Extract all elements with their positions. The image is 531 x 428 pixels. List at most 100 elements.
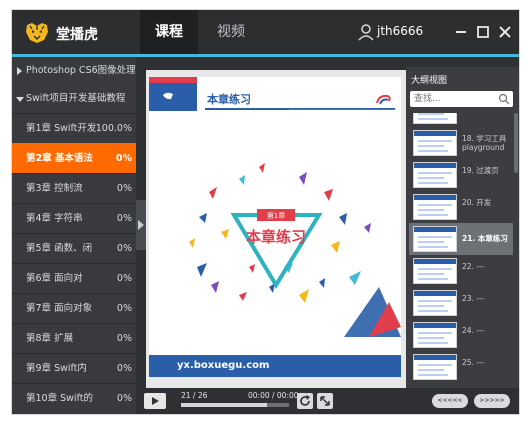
outline-item-active[interactable]: 21. 本章练习 <box>409 223 513 255</box>
chapter-item-2[interactable]: 第2章 基本语法 0% <box>12 143 136 173</box>
chapter-item-9[interactable]: 第9章 Swift内 0% <box>12 353 136 383</box>
minimize-icon[interactable] <box>453 24 469 40</box>
close-icon[interactable] <box>497 24 513 40</box>
chapter-item-5[interactable]: 第5章 函数、闭 0% <box>12 233 136 263</box>
refresh-icon <box>300 395 310 406</box>
slide-thumbnail <box>413 194 457 220</box>
chapter-item-6[interactable]: 第6章 面向对 0% <box>12 263 136 293</box>
outline-item[interactable]: 24. --- <box>409 319 513 351</box>
slide-thumbnail <box>413 113 457 124</box>
chapter-progress: 0% <box>116 273 132 284</box>
outline-scrollbar[interactable] <box>514 113 518 173</box>
slide-header: 本章练习 <box>149 77 401 113</box>
chapter-name: 第3章 控制流 <box>26 183 83 194</box>
progress-bar[interactable] <box>181 403 289 407</box>
slide-thumbnail <box>413 130 457 156</box>
outline-item[interactable]: 23. --- <box>409 287 513 319</box>
app-title: 堂播虎 <box>56 27 98 43</box>
sidebar-course-photoshop[interactable]: Photoshop CS6图像处理 <box>12 57 136 85</box>
course-label: Photoshop CS6图像处理 <box>26 65 136 76</box>
chapter-name: 第10章 Swift的 <box>26 393 93 404</box>
chapter-item-3[interactable]: 第3章 控制流 0% <box>12 173 136 203</box>
chapter-item-10[interactable]: 第10章 Swift的 0% <box>12 383 136 413</box>
chapter-name: 第4章 字符串 <box>26 213 83 224</box>
outline-item[interactable]: 25. --- <box>409 351 513 383</box>
outline-item-label: 19. 过渡页 <box>462 166 499 175</box>
center-triangle <box>230 213 323 289</box>
play-button[interactable] <box>144 393 166 409</box>
slide-header-blue-box <box>149 83 197 111</box>
outline-item[interactable]: 22. --- <box>409 255 513 287</box>
slide-thumbnail <box>413 226 457 252</box>
outline-item-label: 25. --- <box>462 358 485 367</box>
chapter-progress: 0% <box>116 303 132 314</box>
prev-page-button[interactable]: <<<<< <box>432 394 468 408</box>
user-icon <box>358 24 374 41</box>
outline-item[interactable]: 18. 学习工具playground <box>409 127 513 159</box>
page-counter: 21 / 26 <box>181 391 208 400</box>
slide-thumbnail <box>413 322 457 348</box>
tab-course[interactable]: 课程 <box>140 10 198 54</box>
slide-canvas: 本章练习 第1章 本章练习 yx.boxuegu.com <box>149 77 401 377</box>
maximize-icon[interactable] <box>475 24 491 40</box>
chapter-progress: 0% <box>116 183 132 194</box>
search-icon[interactable] <box>498 93 510 105</box>
slide-thumbnail <box>413 354 457 380</box>
chapter-item-1[interactable]: 第1章 Swift开发 100.0% <box>12 113 136 143</box>
chapter-progress: 0% <box>116 243 132 254</box>
chapter-badge-text: 第1章 <box>267 211 285 220</box>
slide-center-title: 本章练习 <box>246 228 306 246</box>
course-label: Swift项目开发基础教程 <box>26 93 126 104</box>
outline-item[interactable] <box>409 113 513 127</box>
slide-artwork: 第1章 本章练习 <box>189 163 401 337</box>
chapter-name: 第9章 Swift内 <box>26 363 87 374</box>
fullscreen-button[interactable] <box>317 393 333 409</box>
chapter-item-7[interactable]: 第7章 面向对象 0% <box>12 293 136 323</box>
outline-item-label: 23. --- <box>462 294 485 303</box>
chapter-progress: 0% <box>116 393 132 404</box>
slide-viewer: 本章练习 第1章 本章练习 yx.boxuegu.com <box>146 70 406 388</box>
slide-corner-icon <box>163 92 173 100</box>
slide-title-underline-accent <box>289 109 395 110</box>
chapter-progress: 0% <box>116 333 132 344</box>
tab-video[interactable]: 视频 <box>202 10 260 54</box>
player-controls: 21 / 26 00:00 / 00:00 <<<<< >>>>> <box>136 388 519 414</box>
progress-fill <box>181 403 268 407</box>
chapter-name: 第5章 函数、闭 <box>26 243 93 254</box>
chapter-name: 第6章 面向对 <box>26 273 83 284</box>
outline-item-label: 24. --- <box>462 326 485 335</box>
chevron-right-icon <box>17 67 22 75</box>
refresh-button[interactable] <box>297 393 313 409</box>
outline-item-label: 18. 学习工具playground <box>462 134 507 152</box>
tiger-logo-icon <box>26 23 48 43</box>
chapter-name: 第2章 基本语法 <box>26 153 93 164</box>
chapter-item-4[interactable]: 第4章 字符串 0% <box>12 203 136 233</box>
slide-thumbnail <box>413 162 457 188</box>
outline-item-label: 20. 开发 <box>462 198 492 207</box>
outline-title: 大纲视图 <box>411 76 448 86</box>
chapter-progress: 0% <box>116 363 132 374</box>
outline-search-input[interactable] <box>414 91 496 107</box>
outline-panel: 大纲视图 18. 学习工具playground 19. 过渡页 <box>406 67 519 388</box>
app-window: 堂播虎 课程 视频 jth6666 Photoshop CS6图像处理 Swif… <box>12 10 519 414</box>
top-bar: 堂播虎 课程 视频 jth6666 <box>12 10 519 56</box>
outline-search-box <box>410 91 513 107</box>
slide-thumbnail <box>413 290 457 316</box>
username[interactable]: jth6666 <box>377 24 423 38</box>
next-page-button[interactable]: >>>>> <box>474 394 510 408</box>
fullscreen-icon <box>320 396 330 406</box>
sidebar-course-swift[interactable]: Swift项目开发基础教程 <box>12 85 136 113</box>
chapter-name: 第8章 扩展 <box>26 333 74 344</box>
outline-item[interactable]: 19. 过渡页 <box>409 159 513 191</box>
slide-thumbnail <box>413 258 457 284</box>
course-sidebar: Photoshop CS6图像处理 Swift项目开发基础教程 第1章 Swif… <box>12 57 136 414</box>
outline-item-label: 21. 本章练习 <box>462 234 508 243</box>
chapter-item-8[interactable]: 第8章 扩展 0% <box>12 323 136 353</box>
outline-item[interactable]: 20. 开发 <box>409 191 513 223</box>
brand-logo-icon <box>376 94 391 105</box>
chapter-name: 第7章 面向对象 <box>26 303 93 314</box>
slide-footer-url: yx.boxuegu.com <box>177 360 270 371</box>
chapter-progress: 100.0% <box>95 123 132 134</box>
slide-title: 本章练习 <box>207 93 251 106</box>
time-display: 00:00 / 00:00 <box>248 391 299 400</box>
